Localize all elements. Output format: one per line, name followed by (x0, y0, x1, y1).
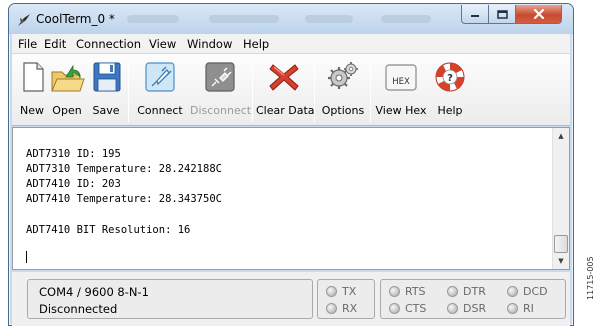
connect-label: Connect (137, 104, 183, 117)
blurred-background-title (127, 15, 179, 23)
scroll-up-arrow[interactable]: ▲ (553, 128, 569, 144)
tx-rx-led-panel: TX RX (317, 279, 375, 319)
gears-icon (328, 62, 358, 89)
toolbar-separator (314, 62, 315, 122)
hex-icon-text: HEX (392, 77, 410, 87)
figure-code: 11715-005 (586, 256, 595, 300)
rts-label: RTS (405, 285, 426, 298)
new-button[interactable]: New (16, 56, 48, 124)
options-label: Options (321, 104, 365, 117)
close-button[interactable] (516, 5, 562, 24)
led-indicator-icon (326, 303, 337, 314)
toolbar-separator (370, 62, 371, 122)
dcd-label: DCD (523, 285, 548, 298)
maximize-button[interactable] (489, 5, 516, 24)
disconnect-button[interactable]: Disconnect (190, 56, 252, 124)
menu-bar: File Edit Connection View Window Help (12, 34, 570, 54)
terminal-line: ADT7310 ID: 195 (26, 148, 121, 160)
port-settings: COM4 / 9600 8-N-1 (39, 285, 149, 299)
toolbar-separator (128, 62, 129, 122)
led-indicator-icon (389, 286, 400, 297)
app-window: CoolTerm_0 * File Edit Connection View W… (8, 3, 574, 326)
title-bar[interactable]: CoolTerm_0 * (9, 4, 573, 34)
coolterm-app-icon (18, 14, 30, 26)
ri-label: RI (523, 302, 534, 315)
clear-data-button[interactable]: Clear Data (256, 56, 315, 124)
dsr-label: DSR (463, 302, 487, 315)
new-document-icon (23, 62, 44, 92)
window-title: CoolTerm_0 * (36, 12, 115, 26)
terminal-line: ADT7410 ID: 203 (26, 178, 121, 190)
terminal-line: ADT7310 Temperature: 28.242188C (26, 163, 222, 175)
new-label: New (20, 104, 44, 117)
svg-text:?: ? (447, 73, 453, 84)
terminal-line: ADT7410 BIT Resolution: 16 (26, 224, 191, 236)
rx-label: RX (342, 302, 358, 315)
led-indicator-icon (389, 303, 400, 314)
open-button[interactable]: Open (48, 56, 86, 124)
toolbar-separator (252, 62, 253, 122)
help-button[interactable]: ? Help (430, 56, 470, 124)
menu-file[interactable]: File (18, 37, 37, 51)
view-hex-button[interactable]: HEX View Hex (374, 56, 428, 124)
close-icon (533, 9, 544, 19)
connection-info-panel: COM4 / 9600 8-N-1 Disconnected (27, 279, 313, 319)
led-indicator-icon (447, 303, 458, 314)
led-indicator-icon (447, 286, 458, 297)
menu-connection[interactable]: Connection (76, 37, 141, 51)
scroll-thumb[interactable] (554, 235, 568, 253)
disconnect-label: Disconnect (190, 104, 252, 117)
cts-label: CTS (405, 302, 427, 315)
connect-button[interactable]: Connect (132, 56, 188, 124)
terminal-output[interactable]: ADT7310 ID: 195 ADT7310 Temperature: 28.… (12, 127, 570, 270)
led-indicator-icon (507, 286, 518, 297)
minimize-icon (471, 15, 479, 17)
dtr-label: DTR (463, 285, 486, 298)
clear-x-icon (269, 64, 299, 91)
view-hex-label: View Hex (375, 104, 427, 117)
help-label: Help (437, 104, 463, 117)
save-label: Save (92, 104, 120, 117)
options-button[interactable]: Options (318, 56, 368, 124)
scroll-down-arrow[interactable]: ▼ (553, 253, 569, 269)
blurred-background-title (209, 15, 279, 23)
blurred-background-title (381, 15, 431, 23)
blurred-background-title (305, 15, 353, 23)
open-folder-icon (51, 64, 85, 92)
status-bar: COM4 / 9600 8-N-1 Disconnected TX RX RTS… (12, 272, 570, 326)
save-disk-icon (93, 62, 121, 92)
connection-state: Disconnected (39, 302, 118, 316)
save-button[interactable]: Save (86, 56, 126, 124)
led-indicator-icon (326, 286, 337, 297)
led-indicator-icon (507, 303, 518, 314)
menu-view[interactable]: View (149, 37, 176, 51)
clear-data-label: Clear Data (256, 104, 315, 117)
tx-label: TX (342, 285, 357, 298)
toolbar: New Open Save Connect Disconnect Clear D… (12, 54, 570, 126)
open-label: Open (52, 104, 82, 117)
terminal-line: ADT7410 Temperature: 28.343750C (26, 193, 222, 205)
help-lifebuoy-icon: ? (435, 62, 465, 92)
vertical-scrollbar[interactable]: ▲ ▼ (552, 128, 569, 269)
line-status-led-panel: RTS CTS DTR DSR DCD RI (380, 279, 566, 319)
minimize-button[interactable] (461, 5, 489, 24)
disconnect-plug-icon (205, 62, 235, 92)
menu-edit[interactable]: Edit (44, 37, 66, 51)
menu-window[interactable]: Window (187, 37, 232, 51)
text-cursor (26, 251, 27, 263)
maximize-icon (496, 9, 508, 19)
connect-plug-icon (145, 62, 175, 92)
menu-help[interactable]: Help (243, 37, 269, 51)
